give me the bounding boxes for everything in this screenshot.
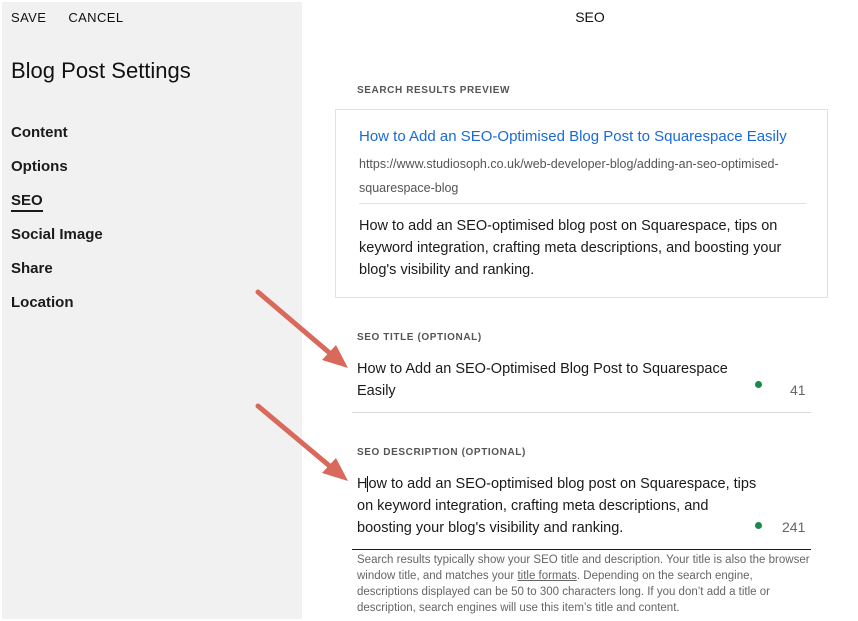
annotation-arrow-icon [255, 289, 348, 368]
annotation-arrow-icon [255, 403, 348, 481]
annotation-arrows [255, 289, 348, 481]
